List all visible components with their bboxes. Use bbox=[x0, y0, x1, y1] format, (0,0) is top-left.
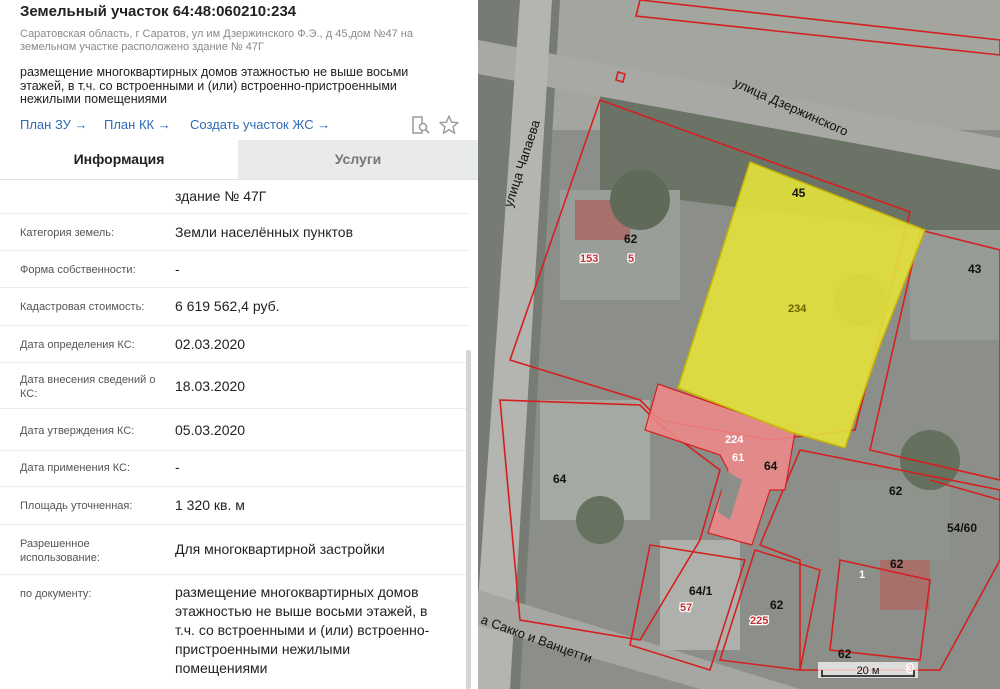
scrollbar[interactable] bbox=[466, 350, 471, 689]
address-line: Саратовская область, г Саратов, ул им Дз… bbox=[20, 28, 413, 40]
row-label: Дата определения КС: bbox=[20, 339, 135, 351]
arrow-right-icon: → bbox=[74, 117, 88, 132]
info-panel: Земельный участок 64:48:060210:234 Сарат… bbox=[0, 0, 478, 689]
row-separator bbox=[0, 450, 470, 451]
plan-kk-link[interactable]: План КК → bbox=[104, 117, 171, 132]
row-separator bbox=[0, 287, 470, 288]
row-value: 18.03.2020 bbox=[175, 378, 246, 394]
row-value: Для многоквартирной застройки bbox=[175, 541, 385, 557]
parcel-title: Земельный участок 64:48:060210:234 bbox=[20, 3, 297, 20]
purpose-line: размещение многоквартирных домов этажнос… bbox=[20, 65, 409, 79]
create-zhs-label: Создать участок ЖС bbox=[190, 117, 314, 132]
map-label: 64/1 bbox=[689, 584, 713, 598]
row-value: - bbox=[175, 261, 180, 277]
row-label-line: Дата внесения сведений о bbox=[20, 374, 156, 386]
row-value: размещение многоквартирных домов этажнос… bbox=[175, 583, 465, 678]
star-icon[interactable] bbox=[438, 114, 460, 136]
row-value: 05.03.2020 bbox=[175, 422, 246, 438]
info-list: здание № 47Г Категория земель: Земли нас… bbox=[0, 180, 470, 689]
row-value-line: этажностью не выше восьми этажей, в bbox=[175, 603, 428, 619]
map-label: 62 bbox=[838, 647, 852, 661]
building-roof bbox=[880, 560, 930, 610]
row-label: Кадастровая стоимость: bbox=[20, 301, 145, 313]
partial-value: здание № 47Г bbox=[175, 188, 267, 204]
row-value-line: пристроенными нежилыми bbox=[175, 641, 351, 657]
map-label: 62 bbox=[889, 484, 903, 498]
map-label: 225 bbox=[750, 615, 768, 627]
arrow-right-icon: → bbox=[317, 117, 331, 132]
map-label: 234 bbox=[788, 303, 807, 315]
plan-zu-label: План ЗУ bbox=[20, 117, 71, 132]
map-label: 64 bbox=[553, 472, 567, 486]
address-line: земельном участке расположено здание № 4… bbox=[20, 41, 264, 53]
row-separator bbox=[0, 362, 470, 363]
map-label: 224 bbox=[725, 434, 744, 446]
purpose-line: нежилыми помещениями bbox=[20, 92, 167, 106]
row-value: 6 619 562,4 руб. bbox=[175, 298, 280, 314]
tabs-bar: Информация Услуги bbox=[0, 140, 478, 180]
map-label: 64 bbox=[764, 459, 778, 473]
map-label: 45 bbox=[792, 186, 806, 200]
row-value: 1 320 кв. м bbox=[175, 497, 245, 513]
row-label: Дата внесения сведений о КС: bbox=[20, 373, 170, 401]
map-view[interactable]: улица Дзержинского улица Чапаева а Сакко… bbox=[478, 0, 1000, 689]
create-zhs-link[interactable]: Создать участок ЖС → bbox=[190, 117, 330, 132]
map-label: 5 bbox=[628, 253, 634, 265]
tab-services[interactable]: Услуги bbox=[238, 140, 478, 179]
row-separator bbox=[0, 574, 470, 575]
tab-info[interactable]: Информация bbox=[0, 140, 238, 179]
row-separator bbox=[0, 486, 470, 487]
row-separator bbox=[0, 325, 470, 326]
row-separator bbox=[0, 408, 470, 409]
plan-kk-label: План КК bbox=[104, 117, 155, 132]
row-value: 02.03.2020 bbox=[175, 336, 246, 352]
row-separator bbox=[0, 524, 470, 525]
arrow-right-icon: → bbox=[157, 117, 171, 132]
row-label: по документу: bbox=[20, 588, 92, 600]
map-label: 62 bbox=[624, 232, 638, 246]
tree-canopy bbox=[576, 496, 624, 544]
row-value-line: помещениями bbox=[175, 660, 268, 676]
document-search-icon[interactable] bbox=[409, 114, 431, 136]
row-label: Форма собственности: bbox=[20, 264, 136, 276]
row-value-line: т.ч. со встроенными и (или) встроенно- bbox=[175, 622, 430, 638]
map-label: 62 bbox=[770, 598, 784, 612]
row-label: Площадь уточненная: bbox=[20, 500, 133, 512]
map-label: 43 bbox=[968, 262, 982, 276]
tree-canopy bbox=[610, 170, 670, 230]
row-separator bbox=[0, 250, 470, 251]
row-value: - bbox=[175, 459, 180, 475]
row-label-line: КС: bbox=[20, 388, 38, 400]
parcel-purpose: размещение многоквартирных домов этажнос… bbox=[20, 65, 460, 107]
map-label: 1 bbox=[859, 569, 865, 581]
row-separator bbox=[0, 213, 470, 214]
plan-zu-link[interactable]: План ЗУ → bbox=[20, 117, 88, 132]
row-label: Разрешенное использование: bbox=[20, 537, 170, 565]
row-value-line: размещение многоквартирных домов bbox=[175, 584, 419, 600]
map-label: 57 bbox=[680, 602, 692, 614]
purpose-line: этажей, в т.ч. со встроенными и (или) вс… bbox=[20, 78, 397, 93]
map-label: 62 bbox=[890, 557, 904, 571]
row-label-line: использование: bbox=[20, 552, 100, 564]
map-label: 153 bbox=[580, 253, 598, 265]
map-label: 54/60 bbox=[947, 521, 977, 535]
row-label: Дата утверждения КС: bbox=[20, 425, 135, 437]
map-canvas: улица Дзержинского улица Чапаева а Сакко… bbox=[478, 0, 1000, 689]
row-label: Дата применения КС: bbox=[20, 462, 131, 474]
parcel-address: Саратовская область, г Саратов, ул им Дз… bbox=[20, 28, 440, 54]
scale-label: 20 м bbox=[857, 665, 880, 677]
scale-bar: 20 м bbox=[818, 662, 918, 678]
map-label: 61 bbox=[732, 452, 744, 464]
row-value: Земли населённых пунктов bbox=[175, 224, 354, 240]
row-label: Категория земель: bbox=[20, 227, 115, 239]
row-label-line: Разрешенное bbox=[20, 538, 90, 550]
